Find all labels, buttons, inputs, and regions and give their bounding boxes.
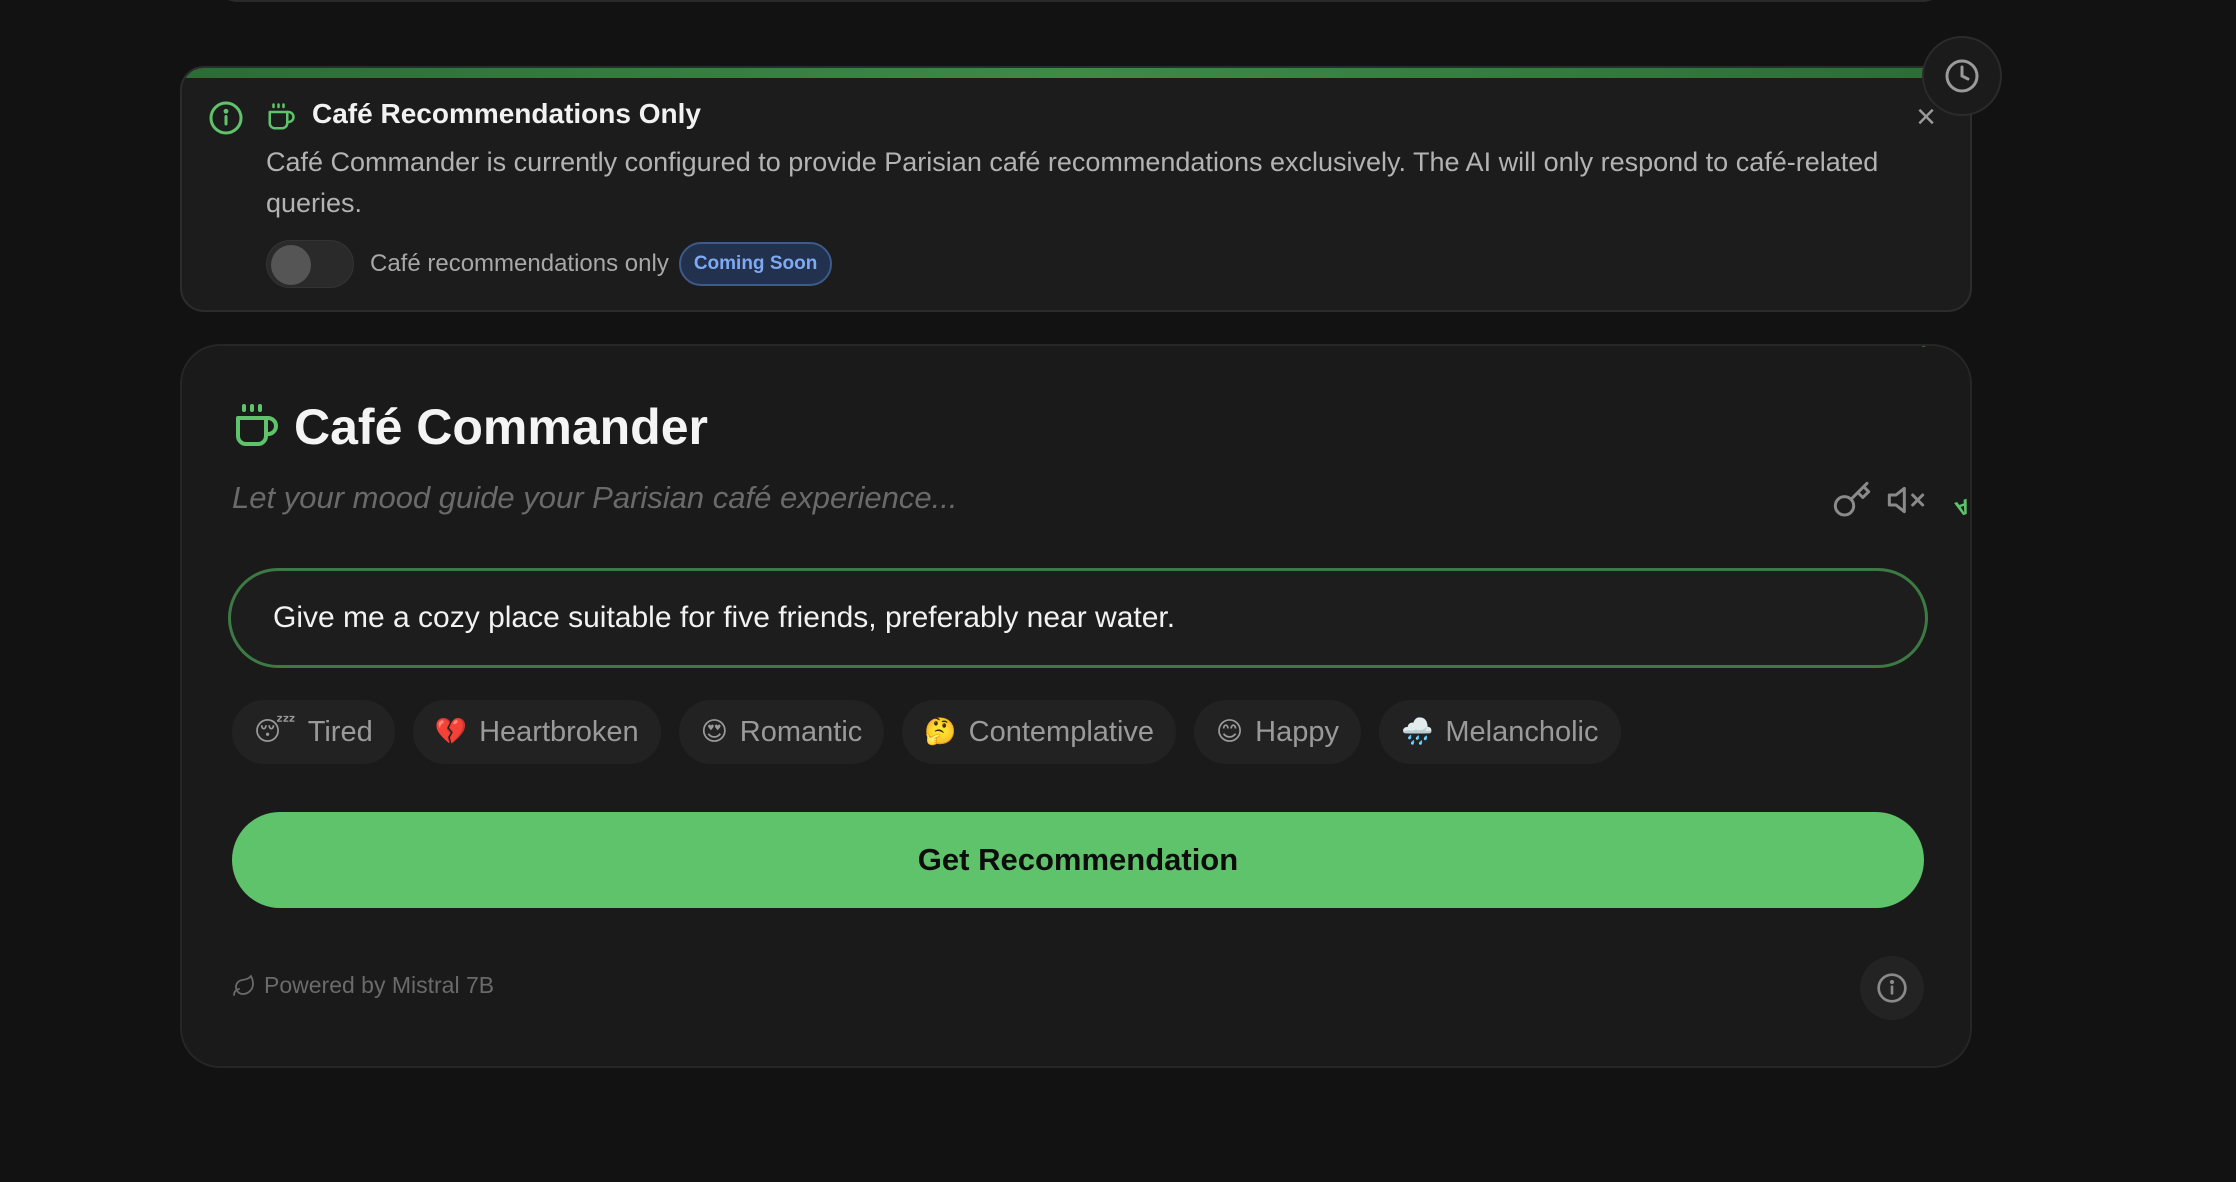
cafe-only-toggle[interactable] [266,240,354,288]
card-subtitle: Let your mood guide your Parisian café e… [232,480,958,515]
smile-emoji-icon: 😊 [1216,717,1244,747]
sleepy-emoji-icon: 😴 [254,717,296,747]
mood-chip-melancholic[interactable]: 🌧️ Melancholic [1378,700,1621,764]
mood-label: Heartbroken [479,715,639,748]
previous-card-edge [210,0,1950,2]
volume-mute-icon[interactable] [1886,480,1926,520]
mood-label: Melancholic [1445,715,1599,748]
mood-label: Contemplative [968,715,1155,748]
mood-label: Tired [307,715,373,748]
mood-label: Happy [1255,715,1339,748]
toggle-knob [271,245,311,285]
mood-chips: 😴 Tired 💔 Heartbroken 😍 Romantic 🤔 Contempla… [232,700,1621,764]
info-icon [209,101,243,135]
banner-title: Café Recommendations Only [312,98,701,129]
mood-chip-romantic[interactable]: 😍 Romantic [678,700,885,764]
history-clock-icon [1945,59,1979,93]
powered-by: Powered by Mistral 7B [232,972,494,999]
coffee-cup-icon [268,103,295,130]
rain-cloud-icon: 🌧️ [1400,717,1434,747]
coming-soon-badge: Coming Soon [678,242,833,286]
mood-chip-heartbroken[interactable]: 💔 Heartbroken [412,700,661,764]
mood-chip-happy[interactable]: 😊 Happy [1194,700,1361,764]
banner-description: Café Commander is currently configured t… [266,147,1879,218]
cafe-only-toggle-row: Café recommendations only Coming Soon [266,240,833,288]
info-icon [1877,973,1907,1003]
mood-chip-tired[interactable]: 😴 Tired [232,700,395,764]
get-recommendation-button[interactable]: Get Recommendation [232,812,1924,908]
key-icon[interactable] [1832,480,1872,520]
leaf-icon [233,974,254,996]
thinking-emoji-icon: 🤔 [924,717,957,747]
broken-heart-icon: 💔 [434,717,468,747]
mood-prompt-input[interactable] [228,568,1928,668]
coffee-cup-icon [236,404,278,446]
powered-by-label: Powered by Mistral 7B [264,972,495,998]
toggle-label: Café recommendations only [370,250,669,277]
page-title: Café Commander [294,399,708,455]
mood-chip-contemplative[interactable]: 🤔 Contemplative [902,700,1177,764]
mood-label: Romantic [739,715,863,748]
heart-eyes-emoji-icon: 😍 [700,717,728,747]
cafe-only-banner: Café Recommendations Only × Café Command… [180,66,1972,312]
cafe-commander-card: Café Commander ...SS. GET. A Let your mo… [180,344,1972,1068]
banner-accent-bar [182,68,1970,78]
history-button[interactable] [1922,36,2002,116]
info-button[interactable] [1860,956,1924,1020]
